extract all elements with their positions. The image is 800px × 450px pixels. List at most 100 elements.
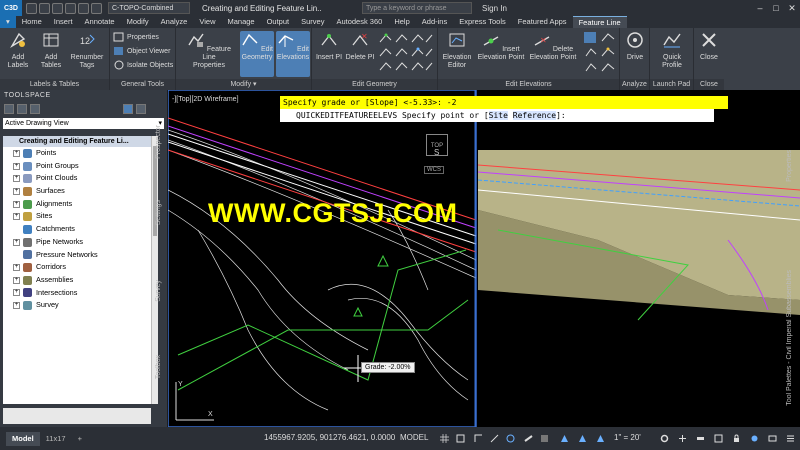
wcs-menu[interactable]: WCS bbox=[424, 166, 444, 174]
tab-survey[interactable]: Survey bbox=[295, 16, 330, 28]
edit-elevations-button[interactable]: Edit Elevations bbox=[276, 31, 310, 77]
undo-icon[interactable] bbox=[78, 2, 89, 14]
side-tab-survey[interactable]: Survey bbox=[155, 280, 162, 302]
object-viewer-button[interactable]: Object Viewer bbox=[113, 46, 170, 56]
tab-add-ins[interactable]: Add-ins bbox=[416, 16, 453, 28]
annotation-monitor-icon[interactable] bbox=[678, 434, 687, 443]
viewport-scale[interactable]: 1" = 20' bbox=[614, 433, 641, 442]
command-line[interactable]: QUICKEDITFEATUREELEVS Specify point or [… bbox=[280, 109, 714, 122]
tree-item-pipe-networks[interactable]: + Pipe Networks bbox=[3, 236, 151, 249]
tab-modify[interactable]: Modify bbox=[121, 16, 155, 28]
side-tab-properties[interactable]: Properties bbox=[786, 150, 793, 182]
isolate-objects-button[interactable]: Isolate Objects bbox=[113, 60, 173, 70]
layout-tab-11x17[interactable]: 11x17 bbox=[40, 432, 72, 446]
side-tab-toolbox[interactable]: Toolbox bbox=[155, 355, 162, 379]
tree-item-survey[interactable]: + Survey bbox=[3, 299, 151, 312]
tree-item-alignments[interactable]: + Alignments bbox=[3, 198, 151, 211]
toolspace-icon-1[interactable] bbox=[4, 104, 14, 114]
add-labels-button[interactable]: Add Labels bbox=[2, 31, 34, 70]
tree-item-sites[interactable]: + Sites bbox=[3, 210, 151, 223]
tree-item-catchments[interactable]: Catchments bbox=[3, 223, 151, 236]
tab-analyze[interactable]: Analyze bbox=[155, 16, 194, 28]
minimize-icon[interactable]: – bbox=[752, 3, 768, 14]
tab-home[interactable]: Home bbox=[16, 16, 48, 28]
feature-line-properties-button[interactable]: Feature Line Properties bbox=[186, 31, 232, 70]
view-dropdown[interactable]: Active Drawing View bbox=[3, 118, 164, 129]
toolspace-icon-2[interactable] bbox=[17, 104, 27, 114]
tab-insert[interactable]: Insert bbox=[48, 16, 79, 28]
add-tables-button[interactable]: Add Tables bbox=[36, 31, 66, 70]
transparency-icon[interactable] bbox=[540, 434, 549, 443]
tree-item-point-groups[interactable]: + Point Groups bbox=[3, 160, 151, 173]
geometry-tools-icon-grid[interactable] bbox=[378, 32, 436, 76]
tab-view[interactable]: View bbox=[193, 16, 221, 28]
tree-item-points[interactable]: + Points bbox=[3, 147, 151, 160]
polar-icon[interactable] bbox=[490, 434, 499, 443]
delete-pi-button[interactable]: ✕ Delete PI bbox=[345, 31, 375, 62]
model-space-toggle[interactable]: MODEL bbox=[400, 433, 428, 442]
tree-root[interactable]: Creating and Editing Feature Li... bbox=[3, 136, 151, 147]
edit-geometry-button[interactable]: Edit Geometry bbox=[240, 31, 274, 77]
print-icon[interactable] bbox=[65, 2, 76, 14]
delete-elevation-point-button[interactable]: ✕ Delete Elevation Point bbox=[528, 31, 578, 62]
tree-horizontal-scrollbar[interactable] bbox=[3, 408, 151, 424]
viewport-label[interactable]: -][Top][2D Wireframe] bbox=[172, 96, 239, 103]
workspace-gear-icon[interactable] bbox=[660, 434, 669, 443]
elevation-editor-button[interactable]: Elevation Editor bbox=[440, 31, 474, 70]
tree-item-surfaces[interactable]: + Surfaces bbox=[3, 185, 151, 198]
insert-elevation-point-button[interactable]: Insert Elevation Point bbox=[476, 31, 526, 62]
tab-manage[interactable]: Manage bbox=[221, 16, 260, 28]
snap-icon[interactable] bbox=[456, 434, 465, 443]
toolspace-icon-5[interactable] bbox=[136, 104, 146, 114]
tab-annotate[interactable]: Annotate bbox=[79, 16, 121, 28]
sign-in-link[interactable]: Sign In bbox=[482, 4, 507, 13]
hardware-acceleration-icon[interactable] bbox=[768, 434, 777, 443]
workspace-dropdown[interactable]: C-TOPO-Combined bbox=[108, 2, 190, 14]
renumber-tags-button[interactable]: 12 Renumber Tags bbox=[68, 31, 106, 70]
add-layout-button[interactable]: + bbox=[72, 432, 88, 446]
close-button[interactable]: Close bbox=[696, 31, 722, 62]
annotation-scale-icon[interactable] bbox=[560, 434, 569, 443]
quick-profile-button[interactable]: Quick Profile bbox=[654, 31, 690, 70]
lock-ui-icon[interactable] bbox=[732, 434, 741, 443]
tab-app-menu[interactable]: ▾ bbox=[0, 16, 16, 28]
tab-help[interactable]: Help bbox=[388, 16, 415, 28]
grid-icon[interactable] bbox=[440, 434, 449, 443]
annotation-visibility-icon[interactable] bbox=[578, 434, 587, 443]
auto-scale-icon[interactable] bbox=[596, 434, 605, 443]
properties-button[interactable]: Properties bbox=[113, 32, 159, 42]
side-tab-settings[interactable]: Settings bbox=[155, 200, 162, 225]
open-icon[interactable] bbox=[39, 2, 50, 14]
panel-title-modify[interactable]: Modify ▾ bbox=[176, 79, 311, 90]
tree-item-assemblies[interactable]: + Assemblies bbox=[3, 274, 151, 287]
save-icon[interactable] bbox=[52, 2, 63, 14]
side-tab-tool-palettes[interactable]: Tool Palettes - Civil Imperial Subassemb… bbox=[786, 270, 793, 406]
maximize-icon[interactable]: □ bbox=[768, 3, 784, 14]
tab-autodesk-360[interactable]: Autodesk 360 bbox=[330, 16, 388, 28]
tree-item-point-clouds[interactable]: + Point Clouds bbox=[3, 172, 151, 185]
ortho-icon[interactable] bbox=[474, 434, 483, 443]
tab-output[interactable]: Output bbox=[261, 16, 296, 28]
tab-feature-line[interactable]: Feature Line bbox=[572, 16, 627, 28]
drawing-canvas[interactable]: Y X -][Top][2D Wireframe] TOP S WCS Spec… bbox=[168, 90, 800, 427]
tree-item-intersections[interactable]: + Intersections bbox=[3, 287, 151, 300]
customization-menu-icon[interactable] bbox=[786, 434, 795, 443]
units-icon[interactable] bbox=[696, 434, 705, 443]
tree-item-pressure-networks[interactable]: Pressure Networks bbox=[3, 249, 151, 262]
quick-properties-icon[interactable] bbox=[714, 434, 723, 443]
elevation-tools-icon-grid[interactable] bbox=[582, 30, 618, 76]
insert-pi-button[interactable]: Insert PI bbox=[314, 31, 344, 62]
search-input[interactable]: Type a keyword or phrase bbox=[362, 2, 472, 14]
tab-express-tools[interactable]: Express Tools bbox=[453, 16, 512, 28]
side-tab-prospector[interactable]: Prospector bbox=[155, 125, 162, 159]
osnap-icon[interactable] bbox=[506, 434, 515, 443]
tab-featured-apps[interactable]: Featured Apps bbox=[512, 16, 573, 28]
tree-item-corridors[interactable]: + Corridors bbox=[3, 261, 151, 274]
redo-icon[interactable] bbox=[91, 2, 102, 14]
layout-tab-model[interactable]: Model bbox=[6, 431, 40, 446]
toolspace-icon-3[interactable] bbox=[30, 104, 40, 114]
app-logo[interactable]: C3D bbox=[0, 0, 22, 16]
lineweight-icon[interactable] bbox=[524, 434, 533, 443]
new-icon[interactable] bbox=[26, 2, 37, 14]
toolspace-icon-4[interactable] bbox=[123, 104, 133, 114]
